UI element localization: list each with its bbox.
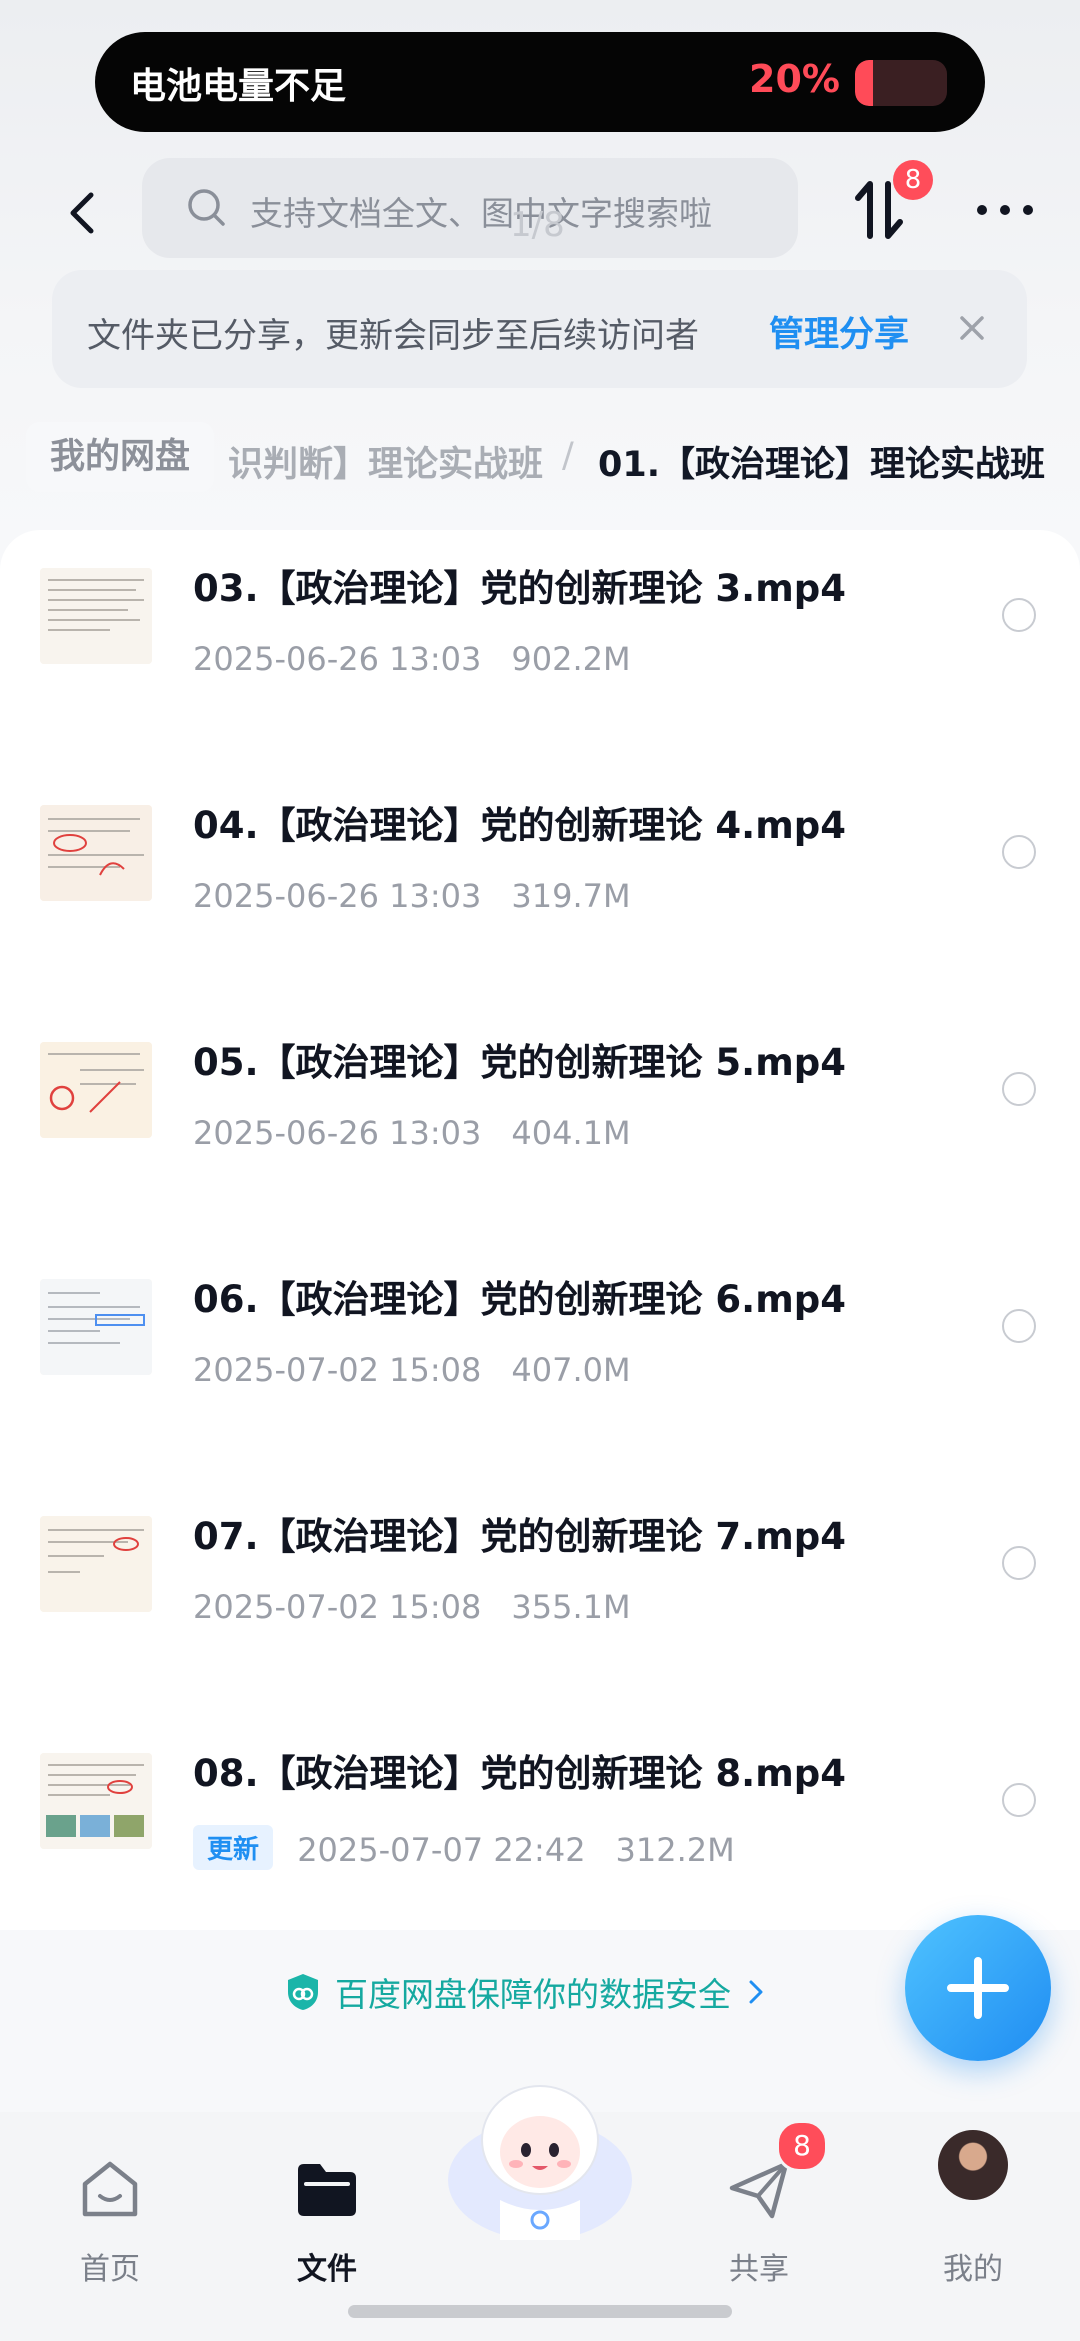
close-icon[interactable] [950,306,994,350]
manage-share-link[interactable]: 管理分享 [769,306,909,357]
file-size: 902.2M [511,640,631,678]
add-button[interactable] [905,1915,1051,2061]
file-meta: 更新 2025-07-07 22:42 312.2M [193,1825,735,1870]
search-icon [188,189,225,226]
file-date: 2025-07-07 22:42 [297,1831,586,1869]
breadcrumb-home[interactable]: 我的网盘 [26,422,215,492]
nav-home[interactable]: 首页 [35,2132,185,2287]
video-thumbnail [40,1516,152,1612]
file-date: 2025-07-02 15:08 [193,1351,482,1389]
nav-files[interactable]: 文件 [252,2132,402,2287]
data-safety-text: 百度网盘保障你的数据安全 [335,1975,731,2014]
video-thumbnail [40,805,152,901]
file-name: 07.【政治理论】党的创新理论 7.mp4 [193,1515,847,1558]
home-indicator [348,2305,732,2318]
file-name: 04.【政治理论】党的创新理论 4.mp4 [193,804,847,847]
share-banner: 文件夹已分享，更新会同步至后续访问者 管理分享 [52,270,1027,388]
select-checkbox[interactable] [1002,835,1036,869]
nav-me-label: 我的 [943,2252,1003,2287]
nav-home-label: 首页 [80,2252,140,2287]
file-meta: 2025-06-26 13:03 404.1M [193,1114,631,1152]
nav-files-label: 文件 [297,2252,357,2287]
file-name: 05.【政治理论】党的创新理论 5.mp4 [193,1041,847,1084]
chevron-right-icon [749,1980,763,2004]
shield-icon [288,1974,318,2010]
chevron-left-icon [70,192,94,234]
plus-icon [947,1957,1009,2019]
more-dots-icon [977,205,1033,215]
breadcrumb-parent[interactable]: 识判断】理论实战班 [228,436,543,487]
file-list: 03.【政治理论】党的创新理论 3.mp4 2025-06-26 13:03 90… [0,530,1080,1930]
battery-warning-text: 电池电量不足 [130,66,347,107]
select-checkbox[interactable] [1002,1072,1036,1106]
file-size: 319.7M [511,877,631,915]
file-date: 2025-07-02 15:08 [193,1588,482,1626]
file-name: 08.【政治理论】党的创新理论 8.mp4 [193,1752,847,1795]
file-date: 2025-06-26 13:03 [193,640,482,678]
file-size: 312.2M [615,1831,735,1869]
file-date: 2025-06-26 13:03 [193,877,482,915]
select-checkbox[interactable] [1002,1783,1036,1817]
share-badge: 8 [776,2120,828,2172]
file-meta: 2025-07-02 15:08 355.1M [193,1588,631,1626]
file-row[interactable]: 07.【政治理论】党的创新理论 7.mp4 2025-07-02 15:08 35… [0,1498,1080,1735]
breadcrumb-current: 01.【政治理论】理论实战班 [598,445,1046,485]
breadcrumb-separator: / [562,436,574,476]
select-checkbox[interactable] [1002,1309,1036,1343]
battery-level-fill [855,60,874,106]
file-size: 407.0M [511,1351,631,1389]
battery-icon [855,60,947,106]
back-button[interactable] [48,178,118,248]
search-input[interactable]: 支持文档全文、图中文字搜索啦 [142,158,798,258]
update-tag: 更新 [193,1825,274,1870]
video-thumbnail [40,568,152,664]
nav-share-label: 共享 [729,2252,789,2287]
folder-icon [298,2164,356,2216]
file-row[interactable]: 04.【政治理论】党的创新理论 4.mp4 2025-06-26 13:03 31… [0,787,1080,1024]
video-thumbnail [40,1279,152,1375]
battery-percent: 20% [749,57,840,101]
file-date: 2025-06-26 13:03 [193,1114,482,1152]
file-meta: 2025-06-26 13:03 319.7M [193,877,631,915]
file-meta: 2025-07-02 15:08 407.0M [193,1351,631,1389]
select-checkbox[interactable] [1002,598,1036,632]
share-banner-text: 文件夹已分享，更新会同步至后续访问者 [87,316,699,356]
data-safety-link[interactable]: 百度网盘保障你的数据安全 [285,1968,767,2016]
file-row[interactable]: 06.【政治理论】党的创新理论 6.mp4 2025-07-02 15:08 40… [0,1261,1080,1498]
battery-alert: 电池电量不足 20% [95,32,985,132]
mascot-assistant-icon[interactable] [440,2070,640,2250]
file-row[interactable]: 05.【政治理论】党的创新理论 5.mp4 2025-06-26 13:03 40… [0,1024,1080,1261]
select-checkbox[interactable] [1002,1546,1036,1580]
search-placeholder: 支持文档全文、图中文字搜索啦 [250,194,712,233]
video-thumbnail [40,1753,152,1849]
more-button[interactable] [970,190,1040,230]
file-row[interactable]: 03.【政治理论】党的创新理论 3.mp4 2025-06-26 13:03 90… [0,550,1080,787]
file-meta: 2025-06-26 13:03 902.2M [193,640,631,678]
file-size: 404.1M [511,1114,631,1152]
avatar[interactable] [938,2130,1008,2200]
home-icon [82,2161,138,2217]
transfer-badge: 8 [893,160,933,200]
video-thumbnail [40,1042,152,1138]
file-size: 355.1M [511,1588,631,1626]
breadcrumb: 识判断】理论实战班 我的网盘 / 01.【政治理论】理论实战班 [0,412,1080,502]
file-name: 03.【政治理论】党的创新理论 3.mp4 [193,567,847,610]
page-indicator-ghost: 1/8 [510,205,565,245]
file-name: 06.【政治理论】党的创新理论 6.mp4 [193,1278,847,1321]
